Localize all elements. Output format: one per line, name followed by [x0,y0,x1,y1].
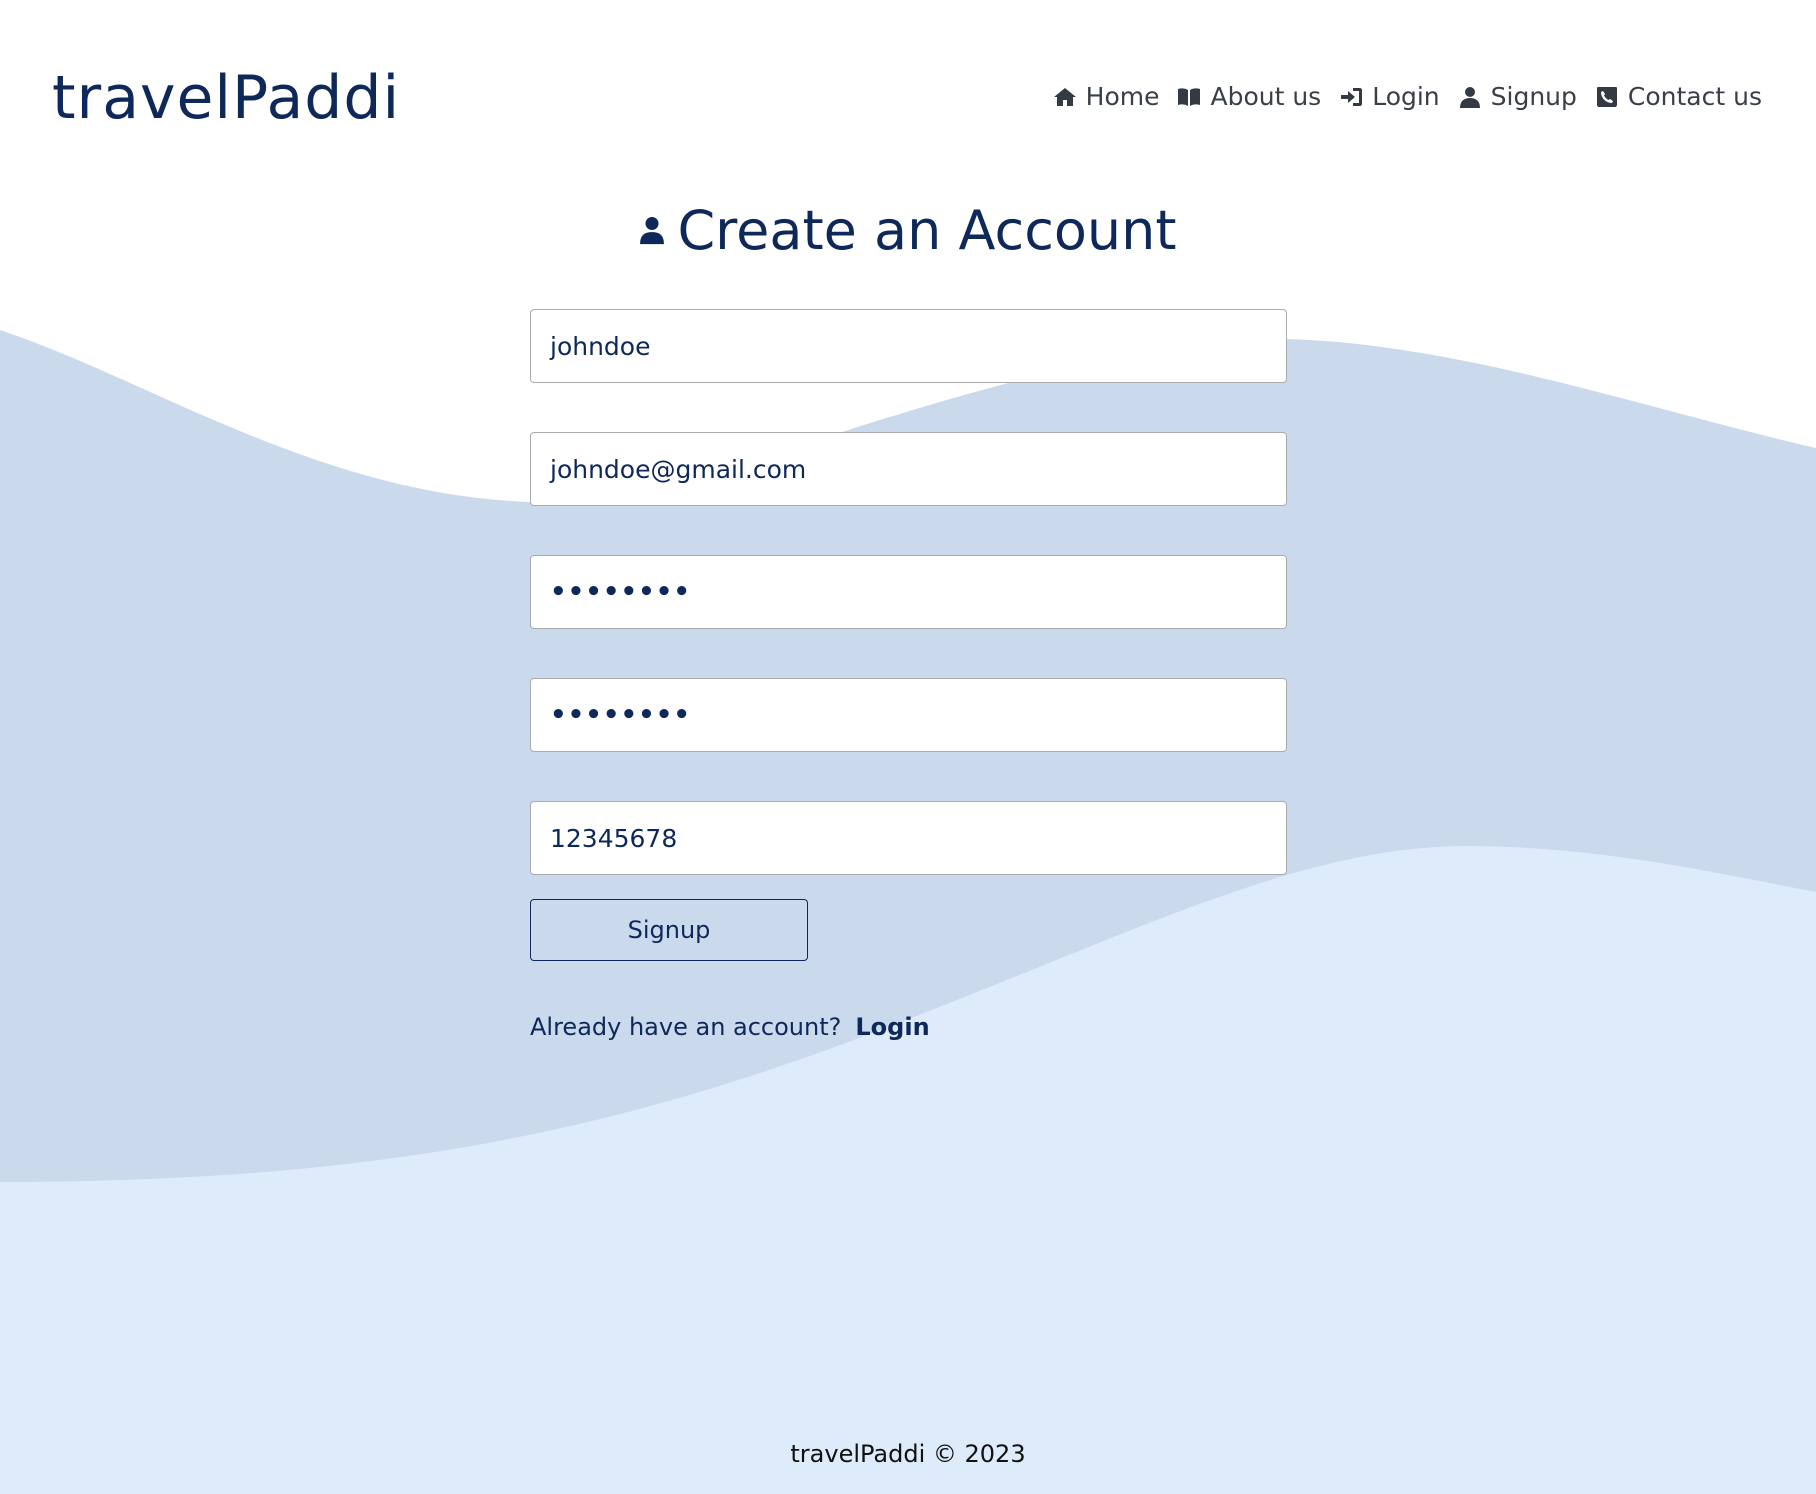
nav-label-home: Home [1085,82,1160,111]
user-icon [640,217,665,245]
confirm-password-field[interactable]: •••••••• [530,678,1287,752]
home-icon [1053,87,1076,106]
sign-in-icon [1341,87,1363,106]
username-field[interactable]: johndoe [530,309,1287,383]
nav-item-login[interactable]: Login [1339,82,1440,111]
nav-item-about[interactable]: About us [1177,82,1321,111]
footer-copyright: travelPaddi © 2023 [790,1440,1026,1468]
nav-item-contact[interactable]: Contact us [1595,82,1762,111]
already-have-account: Already have an account? Login [530,1013,1287,1041]
nav-label-contact: Contact us [1627,82,1762,111]
logo[interactable]: travelPaddi [52,60,400,136]
user-icon [1459,86,1480,108]
signup-form: johndoe johndoe@gmail.com •••••••• •••••… [530,309,1287,1041]
nav-item-signup[interactable]: Signup [1458,82,1577,111]
nav-item-home[interactable]: Home [1053,82,1160,111]
already-text: Already have an account? [530,1013,842,1041]
nav-label-signup: Signup [1490,82,1577,111]
phone-icon [1596,86,1617,107]
book-icon [1178,87,1201,106]
main-nav: Home About us Login Signup Contact us [1053,82,1762,111]
page-title-heading: Create an Account [0,196,1816,266]
signup-button[interactable]: Signup [530,899,808,961]
header: travelPaddi Home About us Login Signup C… [0,0,1816,160]
nav-label-about: About us [1210,82,1322,111]
email-field[interactable]: johndoe@gmail.com [530,432,1287,506]
page-title: Create an Account [677,199,1177,262]
nav-label-login: Login [1372,82,1440,111]
login-link[interactable]: Login [855,1013,929,1041]
phone-field[interactable]: 12345678 [530,801,1287,875]
password-field[interactable]: •••••••• [530,555,1287,629]
